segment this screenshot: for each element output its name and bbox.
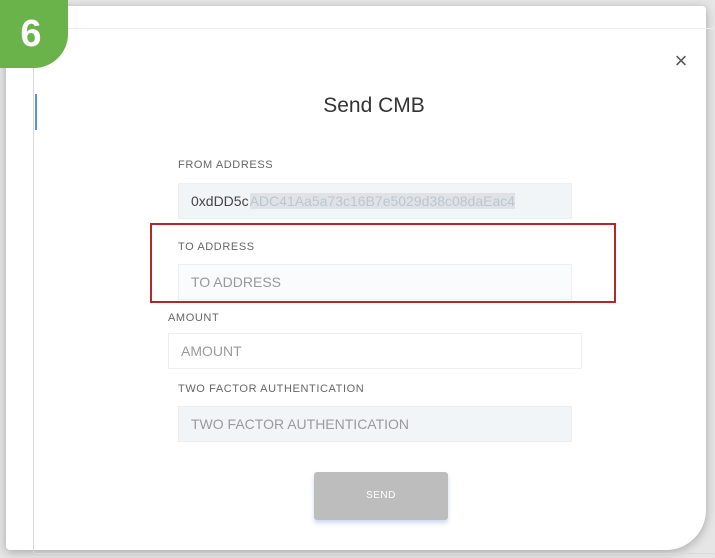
modal-card: × Send CMB FROM ADDRESS 0xdDD5cADC41Aa5a… xyxy=(6,6,714,554)
from-address-label: FROM ADDRESS xyxy=(178,159,274,171)
amount-field[interactable]: AMOUNT xyxy=(168,333,582,369)
two-factor-field[interactable]: TWO FACTOR AUTHENTICATION xyxy=(178,406,572,442)
from-address-value: 0xdDD5c xyxy=(191,193,249,209)
close-icon[interactable]: × xyxy=(670,50,692,72)
send-button[interactable]: SEND xyxy=(314,472,448,520)
modal-title: Send CMB xyxy=(323,94,425,117)
amount-label: AMOUNT xyxy=(168,312,220,324)
two-factor-label: TWO FACTOR AUTHENTICATION xyxy=(178,383,365,395)
from-address-value-selected: ADC41Aa5a73c16B7e5029d38c08daEac4 xyxy=(249,193,516,209)
highlight-box xyxy=(150,223,616,303)
step-number-badge: 6 xyxy=(0,0,68,68)
screenshot-stage: × Send CMB FROM ADDRESS 0xdDD5cADC41Aa5a… xyxy=(0,0,715,558)
from-address-field[interactable]: 0xdDD5cADC41Aa5a73c16B7e5029d38c08daEac4 xyxy=(178,183,572,219)
background-accent xyxy=(35,94,37,130)
